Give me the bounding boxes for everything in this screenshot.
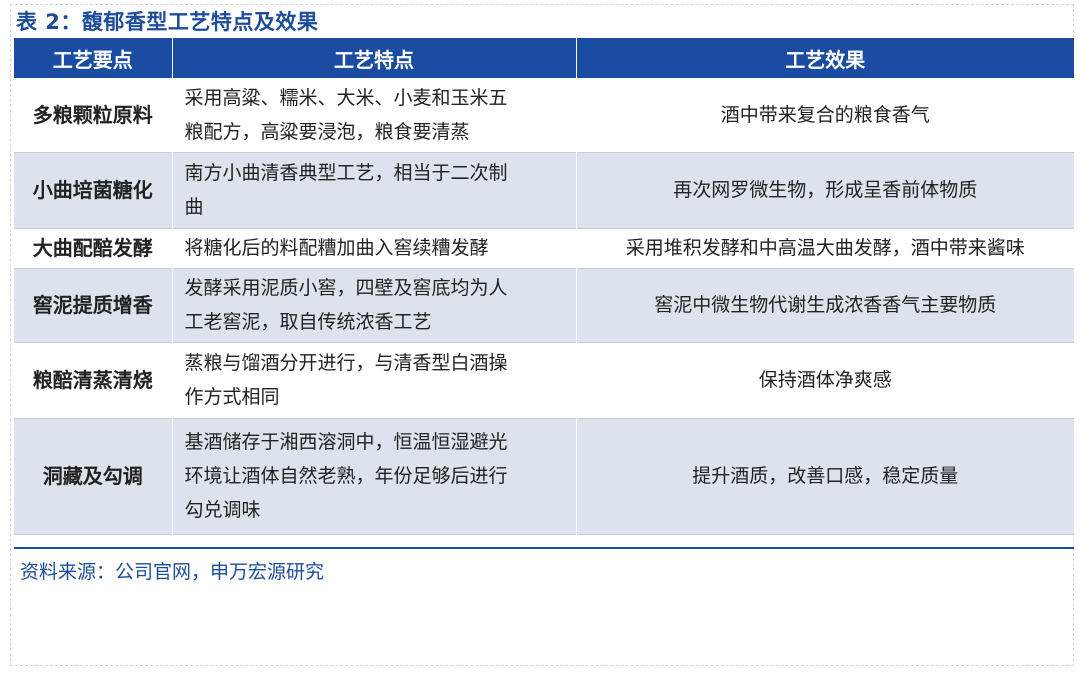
cell-effect: 窖泥中微生物代谢生成浓香香气主要物质 [576,268,1074,342]
feature-line: 环境让酒体自然老熟，年份足够后进行 [184,465,508,487]
table-row: 窖泥提质增香 发酵采用泥质小窖，四壁及窖底均为人 工老窖泥，取自传统浓香工艺 窖… [14,268,1074,342]
cell-effect: 采用堆积发酵和中高温大曲发酵，酒中带来酱味 [576,228,1074,268]
cell-effect: 提升酒质，改善口感，稳定质量 [576,418,1074,534]
feature-line: 将糖化后的料配糟加曲入窖续糟发酵 [184,237,489,259]
cell-point: 大曲配醅发酵 [14,228,173,268]
feature-line: 南方小曲清香典型工艺，相当于二次制 [184,162,508,184]
cell-point: 洞藏及勾调 [14,418,173,534]
cell-feature: 采用高粱、糯米、大米、小麦和玉米五 粮配方，高粱要浸泡，粮食要清蒸 [172,78,577,152]
cell-point: 粮醅清蒸清烧 [14,342,173,418]
table-row: 粮醅清蒸清烧 蒸粮与馏酒分开进行，与清香型白酒操 作方式相同 保持酒体净爽感 [14,342,1074,418]
table-row: 多粮颗粒原料 采用高粱、糯米、大米、小麦和玉米五 粮配方，高粱要浸泡，粮食要清蒸… [14,78,1074,152]
cell-effect: 再次网罗微生物，形成呈香前体物质 [576,152,1074,228]
table-header-row: 工艺要点 工艺特点 工艺效果 [14,38,1074,78]
table-row: 大曲配醅发酵 将糖化后的料配糟加曲入窖续糟发酵 采用堆积发酵和中高温大曲发酵，酒… [14,228,1074,268]
table-row: 洞藏及勾调 基酒储存于湘西溶洞中，恒温恒湿避光 环境让酒体自然老熟，年份足够后进… [14,418,1074,534]
feature-line: 采用高粱、糯米、大米、小麦和玉米五 [184,86,508,109]
cell-point: 多粮颗粒原料 [14,78,173,152]
source-note: 资料来源：公司官网，申万宏源研究 [20,561,325,583]
cell-point: 小曲培菌糖化 [14,152,173,228]
feature-line: 蒸粮与馏酒分开进行，与清香型白酒操 [184,352,508,374]
feature-line: 工老窖泥，取自传统浓香工艺 [184,311,432,333]
cell-feature: 发酵采用泥质小窖，四壁及窖底均为人 工老窖泥，取自传统浓香工艺 [172,268,577,342]
cell-feature: 蒸粮与馏酒分开进行，与清香型白酒操 作方式相同 [172,342,577,418]
feature-line: 曲 [184,196,204,218]
feature-line: 勾兑调味 [184,499,261,521]
table-row: 小曲培菌糖化 南方小曲清香典型工艺，相当于二次制 曲 再次网罗微生物，形成呈香前… [14,152,1074,228]
feature-line: 发酵采用泥质小窖，四壁及窖底均为人 [184,277,508,299]
feature-line: 基酒储存于湘西溶洞中，恒温恒湿避光 [184,431,508,453]
cell-effect: 酒中带来复合的粮食香气 [576,78,1074,152]
cell-point: 窖泥提质增香 [14,268,173,342]
header-feature: 工艺特点 [172,38,577,78]
cell-feature: 南方小曲清香典型工艺，相当于二次制 曲 [172,152,577,228]
cell-feature: 将糖化后的料配糟加曲入窖续糟发酵 [172,228,577,268]
feature-line: 粮配方，高粱要浸泡，粮食要清蒸 [184,120,470,143]
table-bottom-rule [14,547,1074,549]
process-table: 工艺要点 工艺特点 工艺效果 多粮颗粒原料 采用高粱、糯米、大米、小麦和玉米五 … [14,38,1074,535]
header-point: 工艺要点 [14,38,173,78]
table-title: 表 2：馥郁香型工艺特点及效果 [16,10,319,34]
feature-line: 作方式相同 [184,386,280,408]
cell-effect: 保持酒体净爽感 [576,342,1074,418]
header-effect: 工艺效果 [576,38,1074,78]
cell-feature: 基酒储存于湘西溶洞中，恒温恒湿避光 环境让酒体自然老熟，年份足够后进行 勾兑调味 [172,418,577,534]
